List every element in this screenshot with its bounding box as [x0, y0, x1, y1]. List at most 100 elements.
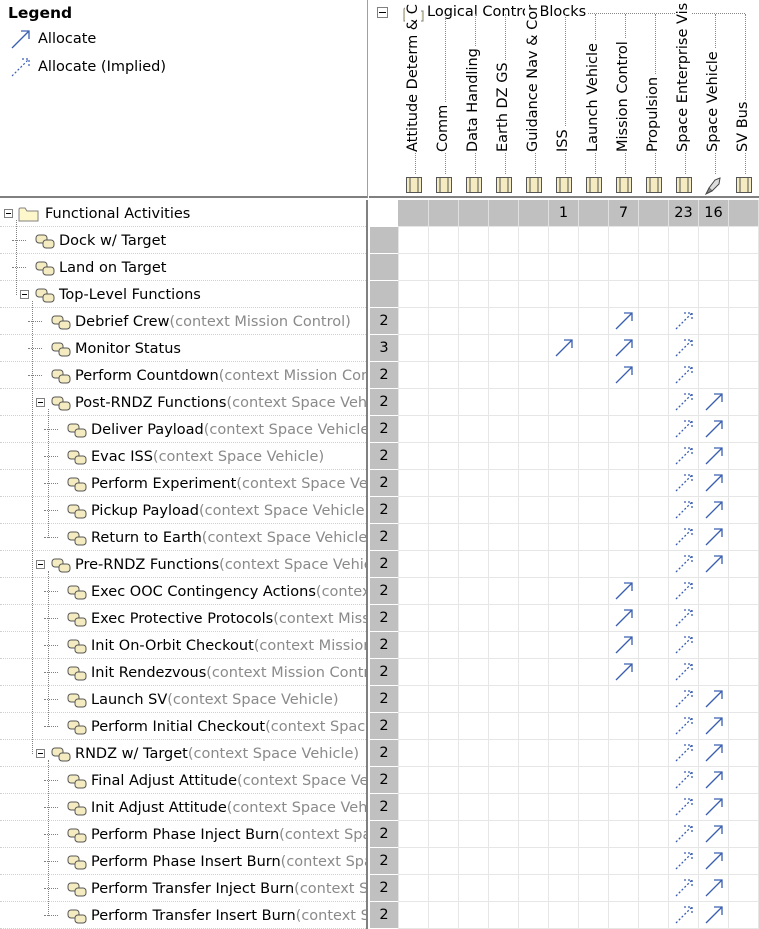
tree-row[interactable]: Perform Transfer Insert Burn(context Spa…	[0, 902, 366, 929]
tree-row[interactable]: Launch SV (context Space Vehicle)	[0, 686, 366, 713]
column-header-iss[interactable]: ISS	[549, 0, 579, 196]
column-header-guidance-nav-cor[interactable]: Guidance Nav & Cor	[519, 0, 549, 196]
column-header-comm[interactable]: Comm	[429, 0, 459, 196]
tree-row[interactable]: Exec Protective Protocols(context Missio…	[0, 605, 366, 632]
legend-label-allocate-implied: Allocate (Implied)	[38, 59, 167, 75]
tree-connector	[44, 645, 58, 646]
allocate-arrow-icon[interactable]	[704, 743, 724, 763]
column-header-earth-dz-gs[interactable]: Earth DZ GS	[489, 0, 519, 196]
tree-row[interactable]: RNDZ w/ Target (context Space Vehicle)	[0, 740, 366, 767]
tree-row[interactable]: Land on Target	[0, 254, 366, 281]
tree-row[interactable]: Perform Experiment(context Space Vehicle…	[0, 470, 366, 497]
allocate-arrow-icon[interactable]	[704, 527, 724, 547]
tree-row[interactable]: Init On-Orbit Checkout(context Mission C…	[0, 632, 366, 659]
allocate-implied-arrow-icon[interactable]	[674, 554, 694, 574]
tree-row[interactable]: Pickup Payload (context Space Vehicle)	[0, 497, 366, 524]
allocate-implied-arrow-icon[interactable]	[674, 581, 694, 601]
allocate-implied-arrow-icon[interactable]	[674, 689, 694, 709]
allocate-arrow-icon[interactable]	[614, 365, 634, 385]
activity-icon	[67, 909, 87, 923]
tree-connector	[44, 618, 58, 619]
column-header-launch-vehicle[interactable]: Launch Vehicle	[579, 0, 609, 196]
allocate-implied-arrow-icon[interactable]	[674, 824, 694, 844]
allocate-arrow-icon[interactable]	[704, 419, 724, 439]
column-header-space-enterprise-vis[interactable]: Space Enterprise Vis	[669, 0, 699, 196]
tree-row[interactable]: Top-Level Functions	[0, 281, 366, 308]
allocate-arrow-icon[interactable]	[704, 770, 724, 790]
allocate-implied-arrow-icon[interactable]	[674, 662, 694, 682]
tree-row[interactable]: Pre-RNDZ Functions(context Space Vehicle…	[0, 551, 366, 578]
column-header-propulsion[interactable]: Propulsion	[639, 0, 669, 196]
column-header-sv-bus[interactable]: SV Bus	[729, 0, 759, 196]
allocate-implied-arrow-icon[interactable]	[674, 365, 694, 385]
column-header-space-vehicle[interactable]: Space Vehicle	[699, 0, 729, 196]
tree-row[interactable]: Return to Earth (context Space Vehicle)	[0, 524, 366, 551]
tree-row[interactable]: Functional Activities	[0, 200, 366, 227]
column-label-wrapper: ISS	[555, 8, 573, 168]
tree-row[interactable]: Perform Transfer Inject Burn(context Spa…	[0, 875, 366, 902]
allocate-implied-arrow-icon[interactable]	[674, 716, 694, 736]
allocate-implied-arrow-icon[interactable]	[674, 527, 694, 547]
allocate-implied-arrow-icon[interactable]	[674, 608, 694, 628]
allocate-implied-arrow-icon[interactable]	[674, 878, 694, 898]
allocate-implied-arrow-icon[interactable]	[674, 419, 694, 439]
allocate-implied-arrow-icon[interactable]	[674, 635, 694, 655]
tree-row[interactable]: Deliver Payload (context Space Vehicle)	[0, 416, 366, 443]
allocate-arrow-icon[interactable]	[704, 473, 724, 493]
allocate-arrow-icon[interactable]	[614, 635, 634, 655]
collapse-row-toggle[interactable]	[36, 398, 45, 407]
allocate-arrow-icon[interactable]	[704, 878, 724, 898]
allocate-implied-arrow-icon[interactable]	[674, 392, 694, 412]
allocate-arrow-icon[interactable]	[704, 446, 724, 466]
row-name: Debrief Crew	[75, 313, 170, 330]
collapse-row-toggle[interactable]	[36, 560, 45, 569]
tree-row[interactable]: Dock w/ Target	[0, 227, 366, 254]
allocate-arrow-icon[interactable]	[704, 554, 724, 574]
allocate-arrow-icon[interactable]	[704, 905, 724, 925]
allocate-arrow-icon[interactable]	[704, 716, 724, 736]
allocate-arrow-icon[interactable]	[614, 581, 634, 601]
collapse-row-toggle[interactable]	[4, 209, 13, 218]
allocate-arrow-icon[interactable]	[704, 851, 724, 871]
allocate-implied-arrow-icon[interactable]	[674, 770, 694, 790]
tree-connector	[44, 726, 58, 727]
allocate-implied-arrow-icon[interactable]	[674, 743, 694, 763]
allocate-implied-arrow-icon[interactable]	[674, 797, 694, 817]
allocate-arrow-icon[interactable]	[704, 689, 724, 709]
allocate-arrow-icon[interactable]	[614, 311, 634, 331]
allocate-arrow-icon[interactable]	[554, 338, 574, 358]
allocate-implied-arrow-icon[interactable]	[674, 338, 694, 358]
tree-row[interactable]: Perform Phase Insert Burn(context Space …	[0, 848, 366, 875]
allocate-implied-arrow-icon[interactable]	[674, 500, 694, 520]
column-header-data-handling[interactable]: Data Handling	[459, 0, 489, 196]
allocate-arrow-icon[interactable]	[614, 608, 634, 628]
allocate-arrow-icon[interactable]	[704, 824, 724, 844]
tree-row[interactable]: Init Adjust Attitude(context Space Vehic…	[0, 794, 366, 821]
allocate-arrow-icon[interactable]	[704, 500, 724, 520]
tree-row[interactable]: Init Rendezvous(context Mission Control)	[0, 659, 366, 686]
allocate-arrow-icon[interactable]	[614, 338, 634, 358]
collapse-group-toggle[interactable]	[377, 7, 388, 18]
tree-row[interactable]: Monitor Status	[0, 335, 366, 362]
allocate-arrow-icon[interactable]	[614, 662, 634, 682]
tree-row[interactable]: Final Adjust Attitude(context Space Vehi…	[0, 767, 366, 794]
tree-row[interactable]: Perform Phase Inject Burn(context Space …	[0, 821, 366, 848]
allocate-implied-arrow-icon[interactable]	[674, 473, 694, 493]
allocate-implied-arrow-icon[interactable]	[674, 311, 694, 331]
tree-row[interactable]: Perform Initial Checkout(context Space V…	[0, 713, 366, 740]
collapse-row-toggle[interactable]	[20, 290, 29, 299]
tree-row[interactable]: Debrief Crew (context Mission Control)	[0, 308, 366, 335]
collapse-row-toggle[interactable]	[36, 749, 45, 758]
allocate-implied-arrow-icon[interactable]	[674, 905, 694, 925]
column-icon-wrapper	[735, 176, 753, 196]
tree-row[interactable]: Exec OOC Contingency Actions(context Mis…	[0, 578, 366, 605]
column-header-attitude-determ-c[interactable]: Attitude Determ & C	[399, 0, 429, 196]
tree-row[interactable]: Perform Countdown(context Mission Contro…	[0, 362, 366, 389]
allocate-implied-arrow-icon[interactable]	[674, 446, 694, 466]
allocate-implied-arrow-icon[interactable]	[674, 851, 694, 871]
tree-row[interactable]: Post-RNDZ Functions(context Space Vehicl…	[0, 389, 366, 416]
tree-row[interactable]: Evac ISS (context Space Vehicle)	[0, 443, 366, 470]
allocate-arrow-icon[interactable]	[704, 797, 724, 817]
allocate-arrow-icon[interactable]	[704, 392, 724, 412]
column-header-mission-control[interactable]: Mission Control	[609, 0, 639, 196]
